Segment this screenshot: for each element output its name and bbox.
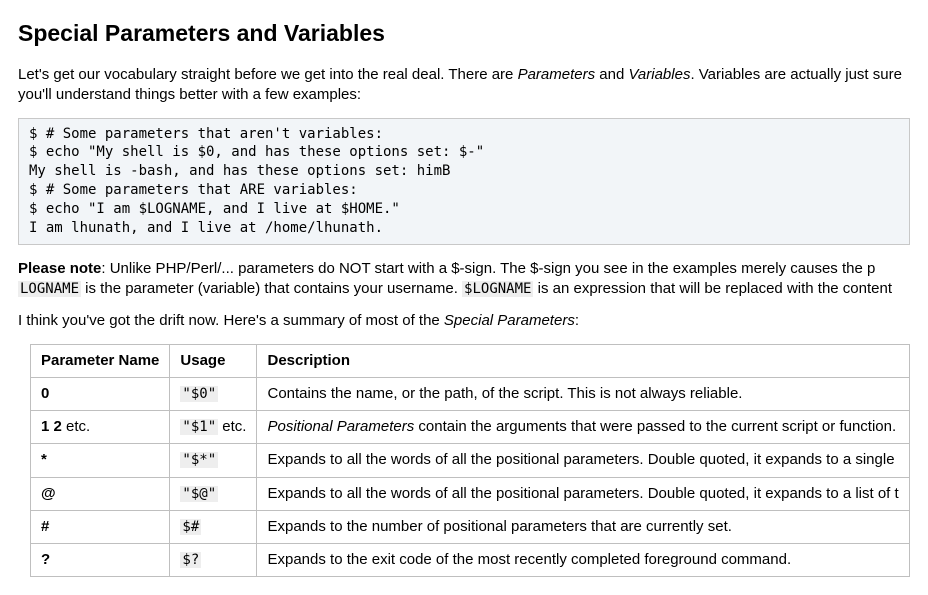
intro-text: and xyxy=(595,66,628,83)
note-label: Please note xyxy=(18,260,101,277)
table-row: ? $? Expands to the exit code of the most … xyxy=(31,544,910,577)
param-description-text: Expands to all the words of all the posi… xyxy=(267,485,898,502)
param-description-text: Contains the name, or the path, of the s… xyxy=(267,385,742,402)
param-description-cell: Expands to the exit code of the most rec… xyxy=(257,544,909,577)
note-text: is the parameter (variable) that contain… xyxy=(81,280,462,297)
drift-text: : xyxy=(575,312,579,329)
example-code-block: $ # Some parameters that aren't variable… xyxy=(18,118,910,245)
param-usage-cell: $# xyxy=(170,510,257,543)
table-header-description: Description xyxy=(257,344,909,377)
note-paragraph: Please note: Unlike PHP/Perl/... paramet… xyxy=(18,259,910,300)
param-name-cell: # xyxy=(31,510,170,543)
note-code-logname: LOGNAME xyxy=(18,281,81,297)
param-description-text: Expands to the number of positional para… xyxy=(267,518,731,535)
table-header-name: Parameter Name xyxy=(31,344,170,377)
param-description-term: Positional Parameters xyxy=(267,418,414,435)
param-name-cell: ? xyxy=(31,544,170,577)
param-description-cell: Positional Parameters contain the argume… xyxy=(257,411,909,444)
param-description-text: Expands to all the words of all the posi… xyxy=(267,451,894,468)
param-name-cell: @ xyxy=(31,477,170,510)
drift-text: I think you've got the drift now. Here's… xyxy=(18,312,444,329)
note-text: is an expression that will be replaced w… xyxy=(533,280,892,297)
param-usage-cell: "$1" etc. xyxy=(170,411,257,444)
param-name: # xyxy=(41,518,49,535)
intro-paragraph: Let's get our vocabulary straight before… xyxy=(18,65,910,106)
param-name-suffix: etc. xyxy=(62,418,90,435)
param-description-cell: Expands to all the words of all the posi… xyxy=(257,477,909,510)
param-description-text: contain the arguments that were passed t… xyxy=(414,418,896,435)
table-row: @ "$@" Expands to all the words of all the… xyxy=(31,477,910,510)
special-parameters-table: Parameter Name Usage Description 0 "$0" Co… xyxy=(30,344,910,578)
note-text: : Unlike PHP/Perl/... parameters do NOT … xyxy=(101,260,875,277)
param-description-cell: Expands to all the words of all the posi… xyxy=(257,444,909,477)
table-row: 1 2 etc."$1" etc.Positional Parameters c… xyxy=(31,411,910,444)
param-usage-code: $# xyxy=(180,519,201,535)
intro-term-parameters: Parameters xyxy=(518,66,596,83)
param-usage-code: "$0" xyxy=(180,386,218,402)
param-name: @ xyxy=(41,485,56,502)
param-name: * xyxy=(41,451,47,468)
param-name: ? xyxy=(41,551,50,568)
intro-text: Let's get our vocabulary straight before… xyxy=(18,66,518,83)
param-name: 1 2 xyxy=(41,418,62,435)
param-description-cell: Expands to the number of positional para… xyxy=(257,510,909,543)
param-name: 0 xyxy=(41,385,49,402)
note-code-dollar-logname: $LOGNAME xyxy=(462,281,533,297)
param-name-cell: 1 2 etc. xyxy=(31,411,170,444)
table-row: # $# Expands to the number of positional p… xyxy=(31,510,910,543)
param-name-cell: * xyxy=(31,444,170,477)
param-usage-cell: "$*" xyxy=(170,444,257,477)
param-usage-cell: "$@" xyxy=(170,477,257,510)
param-description-cell: Contains the name, or the path, of the s… xyxy=(257,377,909,410)
table-row: * "$*" Expands to all the words of all the… xyxy=(31,444,910,477)
param-usage-code: $? xyxy=(180,552,201,568)
param-usage-code: "$1" xyxy=(180,419,218,435)
intro-term-variables: Variables xyxy=(628,66,690,83)
table-header-usage: Usage xyxy=(170,344,257,377)
param-usage-cell: $? xyxy=(170,544,257,577)
param-name-cell: 0 xyxy=(31,377,170,410)
param-usage-code: "$*" xyxy=(180,452,218,468)
page-heading: Special Parameters and Variables xyxy=(18,18,910,49)
param-description-text: Expands to the exit code of the most rec… xyxy=(267,551,791,568)
drift-paragraph: I think you've got the drift now. Here's… xyxy=(18,311,910,331)
param-usage-suffix: etc. xyxy=(218,418,246,435)
param-usage-cell: "$0" xyxy=(170,377,257,410)
table-row: 0 "$0" Contains the name, or the path, of … xyxy=(31,377,910,410)
param-usage-code: "$@" xyxy=(180,486,218,502)
drift-term: Special Parameters xyxy=(444,312,575,329)
